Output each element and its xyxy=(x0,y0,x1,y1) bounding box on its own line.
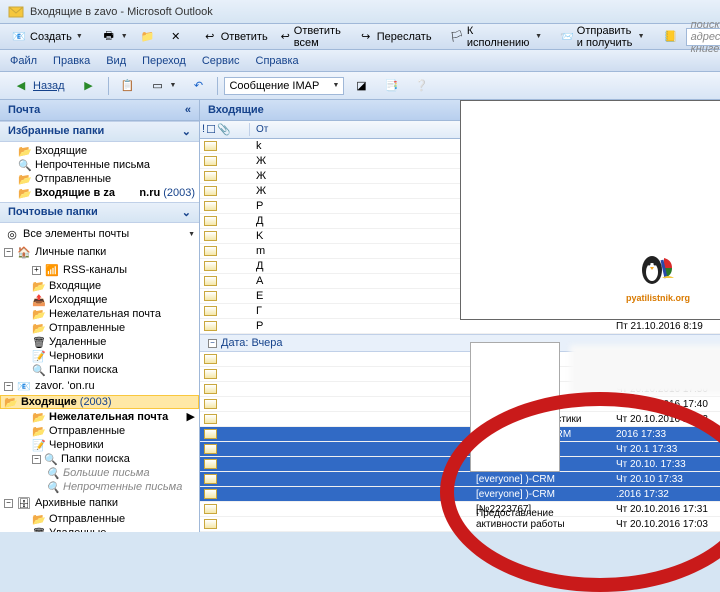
outlook-today-button[interactable]: 📋 xyxy=(115,75,141,97)
menu-edit[interactable]: Правка xyxy=(49,53,94,69)
menu-goto[interactable]: Переход xyxy=(138,53,190,69)
search-folders2[interactable]: −🔍Папки поиска xyxy=(0,452,199,466)
forward-icon: ↪ xyxy=(358,29,374,45)
archive-folders[interactable]: −🗄Архивные папки xyxy=(0,494,199,512)
mail-folders-header[interactable]: Почтовые папки ⌄ xyxy=(0,202,199,223)
move-icon: 📁 xyxy=(140,29,156,45)
main-toolbar: 📧 Создать ▼ 🖶▼ 📁 ✕ ↩Ответить ↩Ответить в… xyxy=(0,24,720,50)
reply-all-button[interactable]: ↩Ответить всем xyxy=(275,22,351,52)
rss-folder[interactable]: +📶RSS-каналы xyxy=(0,261,199,279)
sync-icon: 📨 xyxy=(560,29,574,45)
mail-row[interactable]: P Пт 21.10.2016 8:19 xyxy=(200,319,720,334)
penguin-flag-icon xyxy=(634,250,682,290)
junk2-folder[interactable]: 📂Нежелательная почта▶ xyxy=(0,409,199,424)
chevron-down-icon: ▼ xyxy=(76,33,83,40)
titlebar: Входящие в zavo - Microsoft Outlook xyxy=(0,0,720,24)
back-button[interactable]: ◀ Назад xyxy=(6,75,72,97)
fav-inbox-account[interactable]: 📂Входящие в zan.ru (2003) xyxy=(0,186,199,200)
addressbook-icon: 📒 xyxy=(663,29,679,45)
account-node[interactable]: −📧zavor. 'on.ru xyxy=(0,377,199,395)
mail-row[interactable]: [№2223767] Чт 20.10.2016 17:31 xyxy=(200,502,720,517)
undo-button[interactable]: ↶ xyxy=(185,75,211,97)
mail-row[interactable]: [everyone] )-CRM Чт 20.10 17:33 xyxy=(200,472,720,487)
rules-button[interactable]: 📑 xyxy=(378,75,404,97)
move-button[interactable]: 📁 xyxy=(135,26,161,48)
send-receive-button[interactable]: 📨Отправить и получить▼ xyxy=(555,22,649,52)
message-type-combo[interactable]: Сообщение IMAP ▼ xyxy=(224,77,344,95)
sent4-folder[interactable]: 📂Отправленные xyxy=(0,512,199,526)
mail-row[interactable]: Предоставление активности работы сотрудн… xyxy=(200,517,720,532)
message-list-pane: Входящие Пои !☐📎 От Тема Получено k Пт 2… xyxy=(200,100,720,532)
new-mail-icon: 📧 xyxy=(11,29,27,45)
mail-row[interactable]: [everyone] )-CRM Чт 20.1 17:33 xyxy=(200,442,720,457)
reply-icon: ↩ xyxy=(202,29,218,45)
reply-all-icon: ↩ xyxy=(280,29,291,45)
outlook-icon xyxy=(8,4,24,20)
categorize-button[interactable]: ◪ xyxy=(348,75,374,97)
mail-row[interactable]: Чт 20.10.2016 17:40 xyxy=(200,397,720,412)
nav-pane-header: Почта « xyxy=(0,100,199,121)
unread-mail[interactable]: 🔍Непрочтенные письма xyxy=(0,480,199,494)
fav-inbox[interactable]: 📂Входящие xyxy=(0,144,199,158)
inbox-selected[interactable]: 📂Входящие (2003) xyxy=(0,395,199,409)
delete-button[interactable]: ✕ xyxy=(163,26,189,48)
print-icon: 🖶 xyxy=(101,29,117,45)
forward-nav-button[interactable]: ▶ xyxy=(76,75,102,97)
menubar: Файл Правка Вид Переход Сервис Справка xyxy=(0,50,720,72)
create-button[interactable]: 📧 Создать ▼ xyxy=(6,26,88,48)
delete-icon: ✕ xyxy=(168,29,184,45)
flag-icon: 🏳 xyxy=(450,29,464,45)
addressbook-search[interactable]: поиск в адресной книге xyxy=(686,28,720,46)
menu-view[interactable]: Вид xyxy=(102,53,130,69)
large-mail[interactable]: 🔍Большие письма xyxy=(0,466,199,480)
forward-button[interactable]: ↪Переслать xyxy=(353,26,437,48)
nav-toolbar: ◀ Назад ▶ 📋 ▭▼ ↶ Сообщение IMAP ▼ ◪ 📑 ❔ xyxy=(0,72,720,100)
drafts2-folder[interactable]: 📝Черновики xyxy=(0,438,199,452)
content-area: Почта « Избранные папки ⌄ 📂Входящие 🔍Неп… xyxy=(0,100,720,532)
search-folders[interactable]: 🔍Папки поиска xyxy=(0,363,199,377)
deleted-folder[interactable]: 🗑Удаленные xyxy=(0,335,199,349)
favorites-header[interactable]: Избранные папки ⌄ xyxy=(0,121,199,142)
watermark-logo: pyatilistnik.org xyxy=(626,250,690,303)
menu-tools[interactable]: Сервис xyxy=(198,53,244,69)
mail-row[interactable]: RE: Запрос статистики Чт 20.10.2016 17:3… xyxy=(200,412,720,427)
sent3-folder[interactable]: 📂Отправленные xyxy=(0,424,199,438)
mail-row[interactable]: [everyone] )-CRM Чт 20.10. 17:33 xyxy=(200,457,720,472)
deleted2-folder[interactable]: 🗑Удаленные xyxy=(0,526,199,532)
col-icons[interactable]: !☐📎 xyxy=(200,123,250,136)
all-mail-items[interactable]: ◎Все элементы почты▼ xyxy=(0,225,199,243)
junk-folder[interactable]: 📂Нежелательная почта xyxy=(0,307,199,321)
collapse-icon[interactable]: « xyxy=(185,104,191,116)
inbox-folder[interactable]: 📂Входящие xyxy=(0,279,199,293)
menu-file[interactable]: Файл xyxy=(6,53,41,69)
col-from[interactable]: От xyxy=(250,122,470,137)
blur-block xyxy=(570,345,720,395)
outbox-folder[interactable]: 📤Исходящие xyxy=(0,293,199,307)
sent-folder[interactable]: 📂Отправленные xyxy=(0,321,199,335)
back-icon: ◀ xyxy=(13,78,29,94)
fav-unread[interactable]: 🔍Непрочтенные письма xyxy=(0,158,199,172)
reply-button[interactable]: ↩Ответить xyxy=(197,26,273,48)
help-icon-button[interactable]: ❔ xyxy=(408,75,434,97)
personal-folders[interactable]: −🏠Личные папки xyxy=(0,243,199,261)
followup-button[interactable]: 🏳К исполнению▼ xyxy=(445,22,548,52)
collapse-icon[interactable]: − xyxy=(4,248,13,257)
nav-pane: Почта « Избранные папки ⌄ 📂Входящие 🔍Неп… xyxy=(0,100,200,532)
redaction-block-2 xyxy=(470,342,560,472)
addressbook-button[interactable]: 📒 xyxy=(658,26,684,48)
menu-help[interactable]: Справка xyxy=(252,53,303,69)
mail-row[interactable]: [everyone] Об )-CRM 2016 17:33 xyxy=(200,427,720,442)
window-title: Входящие в zavo - Microsoft Outlook xyxy=(30,6,213,18)
print-button[interactable]: 🖶▼ xyxy=(96,26,133,48)
folder-tree: ◎Все элементы почты▼ −🏠Личные папки +📶RS… xyxy=(0,223,199,532)
reading-pane-button[interactable]: ▭▼ xyxy=(145,75,182,97)
chevron-icon: ⌄ xyxy=(182,206,191,219)
mail-row[interactable]: [everyone] )-CRM .2016 17:32 xyxy=(200,487,720,502)
fav-sent[interactable]: 📂Отправленные xyxy=(0,172,199,186)
drafts-folder[interactable]: 📝Черновики xyxy=(0,349,199,363)
chevron-icon: ⌄ xyxy=(182,125,191,138)
